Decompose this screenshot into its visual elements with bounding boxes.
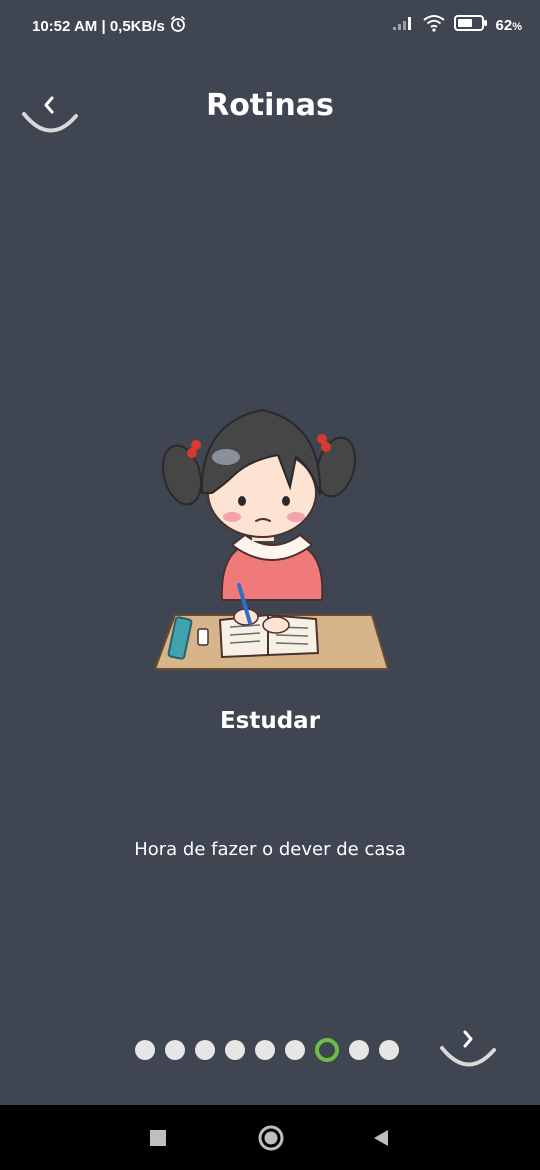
- recents-button[interactable]: [145, 1125, 171, 1151]
- next-button[interactable]: [440, 1018, 496, 1074]
- page-dot[interactable]: [195, 1040, 215, 1060]
- card-title: Estudar: [219, 708, 321, 734]
- system-nav-bar: [0, 1105, 540, 1170]
- page-dot[interactable]: [135, 1040, 155, 1060]
- page-dot[interactable]: [349, 1040, 369, 1060]
- circle-icon: [258, 1125, 284, 1151]
- status-time-speed: 10:52 AM | 0,5KB/s: [32, 17, 165, 35]
- battery-percent: 62%: [495, 16, 522, 34]
- status-right: 62%: [392, 14, 522, 36]
- page-dot[interactable]: [285, 1040, 305, 1060]
- page-dot-active[interactable]: [315, 1038, 339, 1062]
- nav-back-button[interactable]: [368, 1125, 394, 1151]
- page-indicator: [135, 1038, 399, 1062]
- triangle-back-icon: [374, 1130, 388, 1146]
- card-description: Hora de fazer o dever de casa: [134, 839, 406, 860]
- page-dot[interactable]: [255, 1040, 275, 1060]
- signal-icon: [392, 15, 414, 35]
- home-button[interactable]: [256, 1123, 286, 1153]
- page-dot[interactable]: [225, 1040, 245, 1060]
- square-icon: [150, 1130, 166, 1146]
- wifi-icon: [422, 14, 446, 36]
- alarm-icon: [169, 15, 187, 37]
- girl-studying-illustration: [150, 405, 395, 680]
- page-dot[interactable]: [379, 1040, 399, 1060]
- page-dot[interactable]: [165, 1040, 185, 1060]
- status-left: 10:52 AM | 0,5KB/s: [32, 15, 187, 37]
- battery-icon: [453, 14, 488, 36]
- status-bar: 10:52 AM | 0,5KB/s 62%: [0, 0, 540, 52]
- page-title: Rotinas: [206, 88, 334, 123]
- chevron-right-icon: [440, 1030, 496, 1067]
